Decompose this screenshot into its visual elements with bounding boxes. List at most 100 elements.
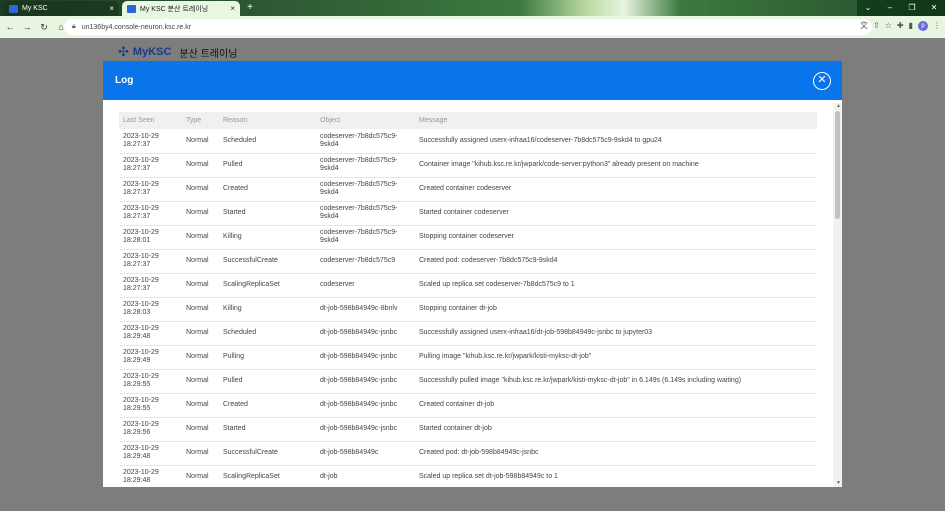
cell-message: Container image "kihub.ksc.re.kr/jwpark/…	[415, 153, 817, 178]
side-panel-icon[interactable]: ▮	[909, 21, 913, 30]
page-header-logo[interactable]: ✣ MyKSC 분산 트레이닝	[118, 44, 237, 60]
cell-reason: SuccessfulCreate	[219, 249, 316, 274]
cell-type: Normal	[182, 465, 219, 487]
cell-reason: Scheduled	[219, 129, 316, 154]
tab-close-icon[interactable]: ×	[109, 4, 114, 13]
table-row: 2023-10-29 18:27:37 Normal Created codeserv…	[119, 177, 817, 202]
cell-last-seen: 2023-10-29 18:29:55	[119, 393, 182, 418]
cell-message: Pulling image "kihub.ksc.re.kr/jwpark/ki…	[415, 345, 817, 370]
cell-object: dt-job	[316, 465, 415, 487]
browser-tab-bar: My KSC × My KSC 분산 트레이닝 × + ⌄ – ❐ ✕	[0, 0, 945, 16]
cell-last-seen: 2023-10-29 18:29:56	[119, 417, 182, 442]
modal-title: Log	[115, 75, 134, 86]
column-header-object: Object	[316, 112, 415, 129]
cell-reason: SuccessfulCreate	[219, 441, 316, 466]
cell-object: dt-job-598b84949c-jsnbc	[316, 321, 415, 346]
lock-icon[interactable]: 🔒︎	[72, 23, 76, 31]
cell-object: codeserver-7b8dc575c9	[316, 249, 415, 274]
table-header-row: Last Seen Type Reason Object Message	[119, 112, 817, 129]
cell-object: dt-job-598b84949c-jsnbc	[316, 417, 415, 442]
cell-last-seen: 2023-10-29 18:27:37	[119, 129, 182, 154]
restore-button[interactable]: ❐	[901, 0, 923, 16]
cell-message: Created pod: dt-job-598b84949c-jsnbc	[415, 441, 817, 466]
table-row: 2023-10-29 18:27:37 Normal Scheduled codese…	[119, 129, 817, 154]
tab-search-icon[interactable]: ⌄	[857, 0, 879, 16]
scroll-down-icon[interactable]: ▼	[836, 480, 841, 486]
modal-body: Last Seen Type Reason Object Message 202…	[103, 100, 842, 487]
browser-menu-icon[interactable]: ⋮	[933, 21, 941, 30]
browser-toolbar: ← → ↻ ⌂ 🔒︎ un136by4.console-neuron.ksc.r…	[0, 16, 945, 38]
table-row: 2023-10-29 18:29:48 Normal SuccessfulCreat…	[119, 441, 817, 466]
cell-object: codeserver-7b8dc575c9-9skd4	[316, 129, 415, 154]
cell-type: Normal	[182, 153, 219, 178]
cell-object: dt-job-598b84949c-jsnbc	[316, 345, 415, 370]
cell-reason: Created	[219, 177, 316, 202]
bookmark-star-icon[interactable]: ☆	[885, 21, 892, 30]
share-icon[interactable]: ⇪	[873, 21, 880, 30]
address-bar[interactable]: 🔒︎ un136by4.console-neuron.ksc.re.kr	[64, 19, 872, 35]
myksc-logo-icon: ✣	[118, 44, 129, 59]
cell-reason: Scheduled	[219, 321, 316, 346]
browser-tab-myksc[interactable]: My KSC ×	[4, 1, 119, 16]
table-row: 2023-10-29 18:29:56 Normal Started dt-job-5…	[119, 417, 817, 442]
cell-message: Successfully assigned userx-infraa16/dt-…	[415, 321, 817, 346]
cell-object: dt-job-598b84949c-jsnbc	[316, 369, 415, 394]
cell-last-seen: 2023-10-29 18:27:37	[119, 177, 182, 202]
cell-last-seen: 2023-10-29 18:27:37	[119, 273, 182, 298]
cell-reason: Killing	[219, 297, 316, 322]
minimize-button[interactable]: –	[879, 0, 901, 16]
cell-object: dt-job-598b84949c	[316, 441, 415, 466]
cell-reason: Started	[219, 201, 316, 226]
cell-object: codeserver	[316, 273, 415, 298]
cell-type: Normal	[182, 273, 219, 298]
table-row: 2023-10-29 18:29:48 Normal Scheduled dt-job…	[119, 321, 817, 346]
cell-last-seen: 2023-10-29 18:29:49	[119, 345, 182, 370]
cell-type: Normal	[182, 321, 219, 346]
table-row: 2023-10-29 18:28:03 Normal Killing dt-job-5…	[119, 297, 817, 322]
close-window-button[interactable]: ✕	[923, 0, 945, 16]
reload-icon[interactable]: ↻	[37, 22, 51, 33]
cell-message: Scaled up replica set dt-job-598b84949c …	[415, 465, 817, 487]
log-modal: Log ✕ Last Seen Type Reason Object Messa…	[103, 61, 842, 487]
brand-subtitle: 분산 트레이닝	[179, 48, 238, 60]
extensions-puzzle-icon[interactable]: ✚	[897, 21, 904, 30]
cell-last-seen: 2023-10-29 18:27:37	[119, 201, 182, 226]
cell-reason: Created	[219, 393, 316, 418]
cell-object: codeserver-7b8dc575c9-9skd4	[316, 201, 415, 226]
table-row: 2023-10-29 18:29:48 Normal ScalingReplicaS…	[119, 465, 817, 487]
table-row: 2023-10-29 18:27:37 Normal ScalingReplicaS…	[119, 273, 817, 298]
back-arrow-icon[interactable]: ←	[3, 22, 17, 32]
profile-avatar[interactable]: p	[918, 20, 928, 31]
cell-type: Normal	[182, 345, 219, 370]
scroll-up-icon[interactable]: ▲	[836, 103, 841, 109]
cell-type: Normal	[182, 297, 219, 322]
browser-tab-distributed-training[interactable]: My KSC 분산 트레이닝 ×	[122, 1, 240, 16]
cell-message: Created container dt-job	[415, 393, 817, 418]
cell-last-seen: 2023-10-29 18:29:48	[119, 465, 182, 487]
cell-object: dt-job-598b84949c-8bnlv	[316, 297, 415, 322]
column-header-message: Message	[415, 112, 817, 129]
modal-header: Log ✕	[103, 61, 842, 100]
cell-type: Normal	[182, 393, 219, 418]
close-icon[interactable]: ✕	[813, 72, 831, 90]
cell-type: Normal	[182, 177, 219, 202]
cell-last-seen: 2023-10-29 18:29:48	[119, 441, 182, 466]
cell-type: Normal	[182, 201, 219, 226]
table-row: 2023-10-29 18:29:55 Normal Pulled dt-job-59…	[119, 369, 817, 394]
translate-icon[interactable]: 文	[860, 20, 868, 31]
cell-message: Started container dt-job	[415, 417, 817, 442]
brand-name: MyKSC	[132, 46, 172, 58]
cell-message: Successfully assigned userx-infraa16/cod…	[415, 129, 817, 154]
table-row: 2023-10-29 18:27:37 Normal Pulled codeserve…	[119, 153, 817, 178]
forward-arrow-icon[interactable]: →	[20, 22, 34, 32]
column-header-last-seen: Last Seen	[119, 112, 182, 129]
tab-title: My KSC	[22, 5, 48, 12]
table-row: 2023-10-29 18:29:55 Normal Created dt-job-5…	[119, 393, 817, 418]
cell-type: Normal	[182, 129, 219, 154]
site-favicon-icon	[9, 4, 18, 13]
tab-close-icon[interactable]: ×	[230, 4, 235, 13]
cell-type: Normal	[182, 441, 219, 466]
cell-last-seen: 2023-10-29 18:29:48	[119, 321, 182, 346]
scrollbar-thumb[interactable]	[835, 111, 840, 219]
new-tab-button[interactable]: +	[244, 2, 256, 14]
